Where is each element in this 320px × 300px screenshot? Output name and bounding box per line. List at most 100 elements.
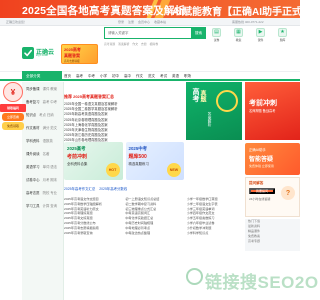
nav-item[interactable]: 职场 bbox=[184, 74, 191, 79]
left-floating-ad[interactable]: ¥ 领取福利 立即查看 免费领取 bbox=[0, 82, 26, 136]
menu-item-sub: 课件 教案 bbox=[42, 87, 58, 91]
ask-question-button[interactable]: 我要提问 bbox=[249, 188, 275, 194]
promo-card-line: 题库500 bbox=[128, 154, 147, 160]
ad-button[interactable]: 领取福利 bbox=[0, 104, 26, 112]
sprint-subtitle: 名师押题 备战高考 bbox=[249, 109, 276, 113]
hotline-text: 客服热线 400-0771-222 bbox=[232, 20, 264, 24]
top-banner[interactable]: 2025全国各地高考真题答案及解析 AI赋能教育【正确AI助手正式上线】 bbox=[0, 0, 300, 18]
menu-item[interactable]: 同步备课 课件 教案 bbox=[22, 82, 63, 95]
nav-item[interactable]: 首页 bbox=[64, 74, 71, 79]
nav-item[interactable]: 作文 bbox=[136, 74, 143, 79]
welcome-text: 正确云欢迎您！ bbox=[6, 20, 28, 24]
top-link[interactable]: 会员中心 bbox=[138, 20, 150, 24]
promo-card-badge: HOT bbox=[105, 163, 120, 177]
logo-icon[interactable] bbox=[22, 47, 34, 59]
menu-item-label: 英语学习 bbox=[26, 165, 40, 169]
news-headline[interactable]: 推荐 2025高考真题答案汇总 bbox=[64, 94, 184, 100]
quick-link-label: 题库 bbox=[279, 38, 286, 42]
ad-button[interactable]: 立即查看 bbox=[2, 113, 24, 121]
menu-item-sub: 考点 归纳 bbox=[39, 113, 54, 117]
quick-link-label: 课件 bbox=[257, 38, 264, 42]
video-icon: ▶ bbox=[256, 28, 265, 37]
quick-link-label: 试卷 bbox=[213, 38, 220, 42]
promo-line: 高考志愿填报 bbox=[64, 60, 80, 63]
promo-card-line: 精选真题练习 bbox=[128, 162, 149, 166]
menu-item-sub: 计算 查询 bbox=[42, 204, 58, 208]
menu-item[interactable]: 作文素材 满分 范文 bbox=[22, 121, 63, 134]
banner-title[interactable]: 2025全国各地高考真题答案及解析 bbox=[22, 3, 185, 18]
quick-link-papers[interactable]: ▤ 试卷 bbox=[208, 28, 225, 42]
menu-item-sub: 月考 期末 bbox=[42, 178, 58, 182]
top-link[interactable]: 登录 bbox=[118, 20, 124, 24]
quick-link-questions[interactable]: ★ 题库 bbox=[274, 28, 291, 42]
exam-banner[interactable]: 高考 真题 答案解析 bbox=[186, 82, 242, 140]
topic-link[interactable]: 2025年高考分数线 bbox=[99, 186, 127, 191]
top-link[interactable]: 注册 bbox=[128, 20, 134, 24]
ai-card-subtitle: 免费体验 立即使用 bbox=[249, 164, 274, 168]
nav-item[interactable]: 英语 bbox=[172, 74, 179, 79]
ai-card-label: 正确AI助手 bbox=[249, 148, 266, 152]
ad-button[interactable]: 免费领取 bbox=[2, 122, 24, 130]
article-column: 初一上册语文知识点总结 初二数学期中复习资料 初三物理重点公式汇总 中考英语高频… bbox=[125, 197, 182, 235]
search-button[interactable]: 搜索 bbox=[191, 27, 206, 39]
quick-link-slides[interactable]: ▶ 课件 bbox=[252, 28, 269, 42]
hot-keyword[interactable]: 高考真题 bbox=[104, 42, 115, 46]
menu-item[interactable]: 学习工具 计算 查询 bbox=[22, 199, 63, 212]
hot-keyword[interactable]: 志愿 bbox=[141, 42, 147, 46]
book-icon: ▦ bbox=[234, 28, 243, 37]
menu-item[interactable]: 备考复习 高考 中考 bbox=[22, 95, 63, 108]
quick-link-label: 教案 bbox=[235, 38, 242, 42]
nav-item[interactable]: 小学 bbox=[100, 74, 107, 79]
nav-item[interactable]: 中考 bbox=[88, 74, 95, 79]
article-item[interactable]: 2025年高考录取查询 bbox=[64, 231, 121, 236]
article-columns: 2025年高考语文作文题目 2025年高考数学压轴题解析 2025年高考英语听力… bbox=[64, 197, 244, 235]
menu-item[interactable]: 知识点 考点 归纳 bbox=[22, 108, 63, 121]
menu-item[interactable]: 试卷中心 月考 期末 bbox=[22, 173, 63, 186]
menu-item-label: 高考志愿 bbox=[26, 191, 40, 195]
ai-assistant-card[interactable]: 正确AI助手 智能答疑 免费体验 立即使用 bbox=[245, 143, 300, 175]
sprint-title: 考前冲刺 bbox=[249, 100, 277, 107]
menu-item[interactable]: 课外阅读 名著 bbox=[22, 147, 63, 160]
sprint-card[interactable]: 考前冲刺 名师押题 备战高考 bbox=[245, 82, 300, 140]
menu-item-sub: 名著 bbox=[42, 152, 50, 156]
qa-panel: 提问解答 我要提问 24小时在线答疑 ? bbox=[245, 177, 300, 217]
nav-item[interactable]: 考试 bbox=[160, 74, 167, 79]
doc-icon: ▤ bbox=[212, 28, 221, 37]
article-column: 2025年高考语文作文题目 2025年高考数学压轴题解析 2025年高考英语听力… bbox=[64, 197, 121, 235]
sidebar-link[interactable]: 高考专题 bbox=[245, 239, 300, 244]
menu-item-sub: 单词 语法 bbox=[42, 165, 58, 169]
question-mark-icon: ? bbox=[281, 186, 295, 200]
quick-link-lessons[interactable]: ▦ 教案 bbox=[230, 28, 247, 42]
hot-keyword[interactable]: 作文 bbox=[132, 42, 138, 46]
top-link[interactable]: 收藏本站 bbox=[154, 20, 166, 24]
promo-card[interactable]: 2025中考 题库500 精选真题练习 NEW bbox=[125, 142, 184, 180]
top-links: 登录 注册 会员中心 收藏本站 bbox=[118, 20, 166, 24]
all-categories-button[interactable]: 全部分类 bbox=[22, 71, 62, 81]
promo-card-line: 考前冲刺 bbox=[67, 154, 88, 160]
nav-item[interactable]: 范文 bbox=[148, 74, 155, 79]
search-input[interactable] bbox=[104, 27, 191, 39]
nav-item[interactable]: 高中 bbox=[124, 74, 131, 79]
nav-item[interactable]: 初中 bbox=[112, 74, 119, 79]
menu-item-label: 知识点 bbox=[26, 113, 37, 117]
menu-item[interactable]: 高考志愿 院校 专业 bbox=[22, 186, 63, 199]
hot-keyword[interactable]: 答案解析 bbox=[118, 42, 129, 46]
menu-item-sub: 满分 范文 bbox=[42, 126, 58, 130]
promo-row: 2025高考 考前冲刺 全科资料合集 HOT 2025中考 题库500 精选真题… bbox=[64, 142, 184, 180]
nav-item[interactable]: 高考 bbox=[76, 74, 83, 79]
hot-keyword[interactable]: 模拟卷 bbox=[150, 42, 158, 46]
article-item[interactable]: 中考政治热点整理 bbox=[125, 231, 182, 236]
logo-subtext: ZQY.COM bbox=[36, 54, 48, 57]
menu-item[interactable]: 学科资料 语数英 bbox=[22, 134, 63, 147]
menu-item[interactable]: 英语学习 单词 语法 bbox=[22, 160, 63, 173]
top-bar: 正确云欢迎您！ 登录 注册 会员中心 收藏本站 客服热线 400-0771-22… bbox=[0, 18, 300, 26]
watermark-text: 链接搜SEO2O bbox=[205, 273, 319, 292]
topic-link[interactable]: 2025年高考作文汇总 bbox=[64, 186, 95, 191]
banner-subtitle[interactable]: AI赋能教育【正确AI助手正式上线】 bbox=[172, 3, 300, 18]
promo-card[interactable]: 2025高考 考前冲刺 全科资料合集 HOT bbox=[64, 142, 123, 180]
article-item[interactable]: 小学科学知识点 bbox=[187, 231, 244, 236]
watermark-icon bbox=[186, 268, 203, 285]
menu-item-sub: 高考 中考 bbox=[42, 100, 58, 104]
topic-links: 2025年高考作文汇总 2025年高考分数线 bbox=[64, 186, 184, 191]
header-promo[interactable]: 2025高考 真题答案 高考志愿填报 bbox=[61, 44, 98, 64]
